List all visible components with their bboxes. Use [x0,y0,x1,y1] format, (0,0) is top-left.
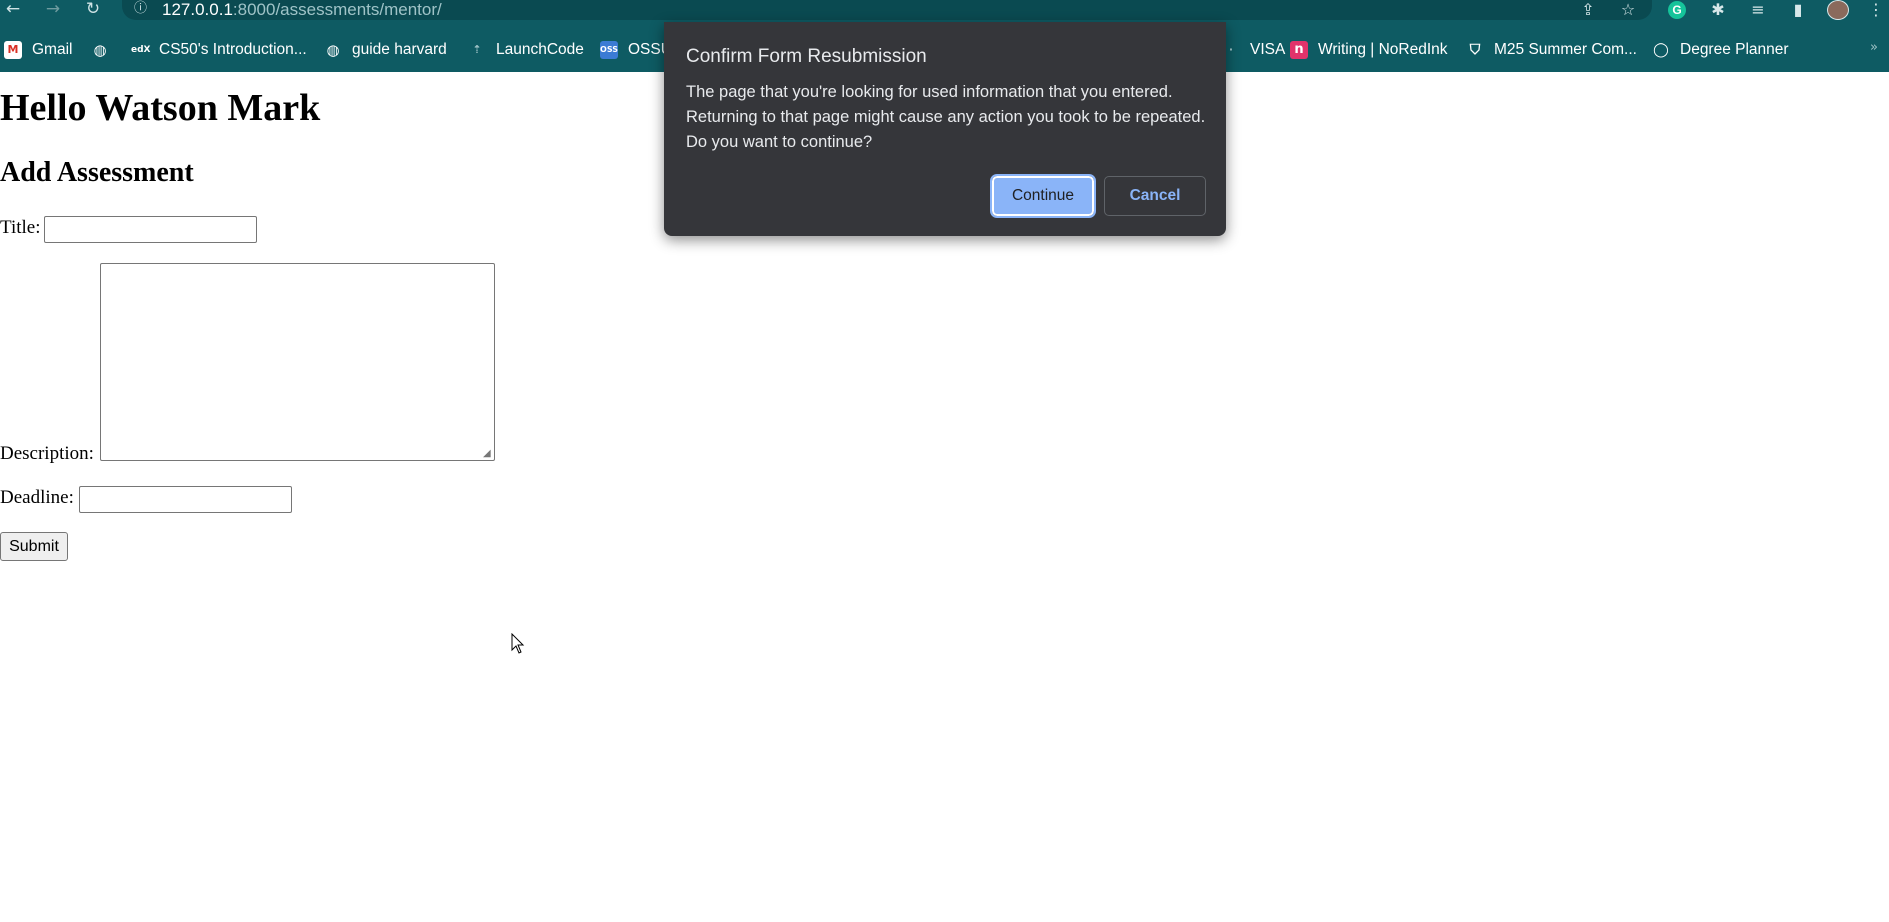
bookmark-label: M25 Summer Com... [1494,41,1637,58]
launchcode-icon: ⇡ [472,43,482,56]
info-icon[interactable]: ⓘ [134,0,150,16]
url-text[interactable]: 127.0.0.1:8000/assessments/mentor/ [162,0,442,20]
confirm-resubmission-dialog: Confirm Form Resubmission The page that … [664,22,1226,236]
ossu-icon: OSS [600,41,618,59]
noredink-icon: n [1290,41,1308,59]
bookmark-label: Writing | NoRedInk [1318,41,1448,58]
bookmark-gmail[interactable]: M Gmail [4,36,72,64]
greeting-heading: Hello Watson Mark [0,87,321,129]
bookmark-degree-planner[interactable]: ◯ Degree Planner [1652,36,1789,64]
url-path: :8000/assessments/mentor/ [232,0,442,19]
bookmark-label: guide harvard [352,41,447,58]
deadline-input[interactable] [79,486,292,513]
shield-icon: ⛉ [1469,42,1481,58]
media-icon[interactable]: ≡ [1747,0,1769,20]
mouse-cursor-icon [511,633,525,654]
dialog-message-line: Do you want to continue? [686,133,873,151]
bookmark-label: Gmail [32,41,73,58]
dialog-message-line: Returning to that page might cause any a… [686,108,1206,126]
bookmark-launchcode[interactable]: ⇡ LaunchCode [468,36,584,64]
forward-arrow-icon[interactable]: → [42,0,64,20]
description-textarea[interactable] [100,263,495,461]
title-label: Title: [0,217,41,238]
more-menu-icon[interactable]: ⋮ [1865,0,1887,20]
deadline-label: Deadline: [0,487,74,508]
globe-icon: ◍ [93,41,107,59]
star-icon[interactable]: ☆ [1617,0,1639,20]
reload-icon[interactable]: ↻ [82,0,104,20]
bookmark-cs50[interactable]: edX CS50's Introduction... [131,36,307,64]
title-input[interactable] [44,216,257,243]
bookmark-ossu[interactable]: OSS OSSU [600,36,672,64]
bookmark-label: LaunchCode [496,41,584,58]
submit-button[interactable]: Submit [0,532,68,561]
dialog-message-line: The page that you're looking for used in… [686,83,1173,101]
continue-button[interactable]: Continue [990,174,1096,218]
circle-icon: ◯ [1653,42,1669,58]
cancel-button[interactable]: Cancel [1104,176,1206,216]
resize-grip-icon[interactable]: ◢ [483,449,1887,921]
globe-icon: ◍ [326,41,340,59]
back-arrow-icon[interactable]: ← [2,0,24,20]
bookmark-noredink[interactable]: n Writing | NoRedInk [1290,36,1448,64]
bookmark-label: Degree Planner [1680,41,1789,58]
browser-toolbar: ← → ↻ ⓘ 127.0.0.1:8000/assessments/mento… [0,0,1889,22]
side-panel-icon[interactable]: ▮ [1787,0,1809,20]
bookmark-label: CS50's Introduction... [159,41,307,58]
bookmark-m25[interactable]: ⛉ M25 Summer Com... [1466,36,1637,64]
puzzle-icon[interactable]: ✱ [1707,0,1729,20]
description-label: Description: [0,443,94,464]
grammarly-icon[interactable]: G [1668,1,1686,19]
share-icon[interactable]: ⇪ [1577,0,1599,20]
bookmark-label: VISA [1250,41,1286,58]
bookmark-guide-harvard[interactable]: ◍ guide harvard [324,36,447,64]
edx-icon: edX [131,41,151,59]
gmail-icon: M [4,41,22,59]
bookmark-globe[interactable]: ◍ [91,36,119,64]
url-host: 127.0.0.1 [162,0,233,19]
bookmark-visa[interactable]: · VISA [1222,36,1285,64]
bookmarks-overflow-icon[interactable]: » [1870,40,1878,55]
dialog-title: Confirm Form Resubmission [686,46,927,67]
form-heading: Add Assessment [0,157,194,188]
profile-avatar[interactable] [1827,0,1849,20]
